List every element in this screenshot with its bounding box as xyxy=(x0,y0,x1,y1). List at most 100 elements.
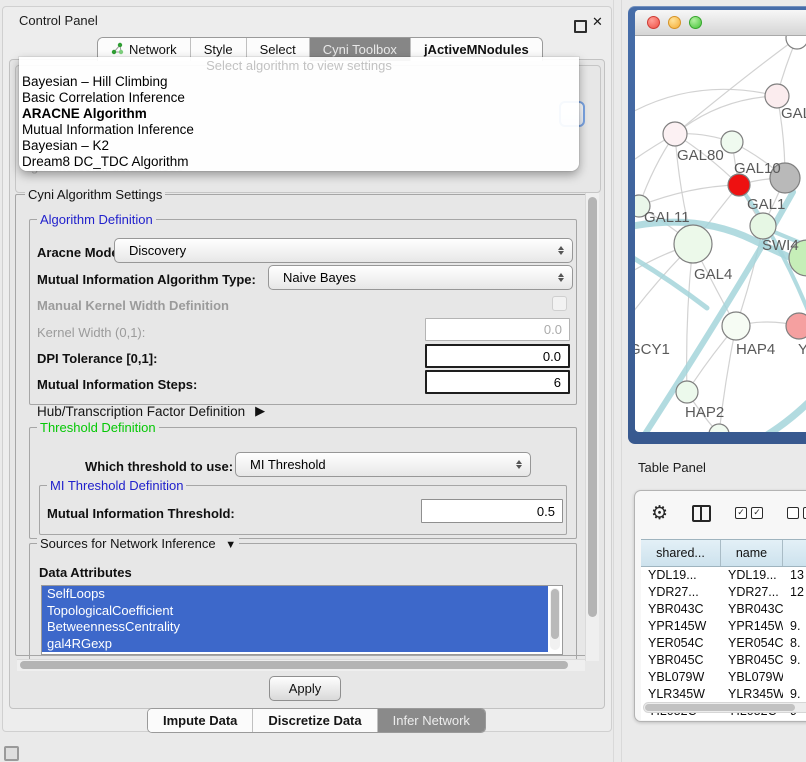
select-all-icon[interactable]: ✓ ✓ xyxy=(735,507,763,519)
node-label-hap4: HAP4 xyxy=(736,341,775,358)
table-row[interactable]: YBR043CYBR043C xyxy=(641,601,806,618)
hub-definition-expander[interactable]: Hub/Transcription Factor Definition ▶ xyxy=(37,403,265,419)
tab-infer-network[interactable]: Infer Network xyxy=(378,709,485,732)
network-window-titlebar[interactable] xyxy=(635,10,806,36)
network-node[interactable] xyxy=(676,381,698,403)
table-cell: YER054C xyxy=(641,635,721,652)
node-label-gal11: GAL11 xyxy=(644,209,690,226)
dpi-tolerance-value: 0.0 xyxy=(543,349,561,364)
deselect-all-icon[interactable] xyxy=(787,507,806,519)
column-header-shared[interactable]: shared... xyxy=(641,540,721,566)
table-panel-window: ⚙ ✓ ✓ shared...name YDL19...YDL19...13YD… xyxy=(634,490,806,722)
table-cell: YBR043C xyxy=(721,601,783,618)
network-view-window: GALGAL80GAL10GAL1GAL11SWI4GAL4GCY1HAP4YH… xyxy=(628,6,806,444)
network-node[interactable] xyxy=(721,131,743,153)
table-cell: YBL079W xyxy=(721,669,783,686)
dropdown-item-aracne-algorithm[interactable]: ARACNE Algorithm xyxy=(19,106,579,122)
attributes-scrollbar-thumb[interactable] xyxy=(551,589,559,639)
mi-type-select[interactable]: Naive Bayes xyxy=(268,265,573,290)
manual-kernel-checkbox[interactable] xyxy=(552,296,567,311)
network-node[interactable] xyxy=(674,225,712,263)
dropdown-item-bayesian-hill-climbing[interactable]: Bayesian – Hill Climbing xyxy=(19,74,579,90)
mi-threshold-legend: MI Threshold Definition xyxy=(47,478,186,493)
collapsed-panel-icon[interactable] xyxy=(4,746,19,761)
kernel-width-input[interactable]: 0.0 xyxy=(425,318,570,341)
network-node[interactable] xyxy=(786,36,806,49)
table-row[interactable]: YBR045CYBR045C9. xyxy=(641,652,806,669)
split-columns-icon[interactable] xyxy=(692,505,711,522)
node-label-swi4: SWI4 xyxy=(762,237,799,254)
expanded-arrow-icon: ▼ xyxy=(225,539,236,551)
column-header-name[interactable]: name xyxy=(721,540,783,566)
settings-vertical-scrollbar-thumb[interactable] xyxy=(588,197,597,617)
network-node[interactable] xyxy=(750,213,776,239)
table-row[interactable]: YDR27...YDR27...12 xyxy=(641,584,806,601)
cyni-settings-legend: Cyni Algorithm Settings xyxy=(25,187,165,202)
minimize-window-icon[interactable] xyxy=(668,16,681,29)
column-header-cut[interactable] xyxy=(783,540,806,566)
network-node[interactable] xyxy=(663,122,687,146)
network-node[interactable] xyxy=(722,312,750,340)
network-node[interactable] xyxy=(728,174,750,196)
mi-steps-value: 6 xyxy=(554,375,561,390)
node-label-hap2: HAP2 xyxy=(685,404,724,421)
close-panel-icon[interactable]: ✕ xyxy=(592,14,603,30)
network-node[interactable] xyxy=(786,313,806,339)
data-attributes-label: Data Attributes xyxy=(39,565,132,580)
settings-horizontal-scrollbar xyxy=(17,659,585,671)
panel-title: Control Panel xyxy=(19,13,98,28)
spinner-icon xyxy=(558,273,564,282)
table-row[interactable]: YDL19...YDL19...13 xyxy=(641,567,806,584)
mi-steps-input[interactable]: 6 xyxy=(425,370,570,394)
sources-legend[interactable]: Sources for Network Inference ▼ xyxy=(37,536,239,551)
panel-splitter[interactable] xyxy=(613,0,622,762)
spinner-icon xyxy=(558,246,564,255)
dropdown-item-basic-correlation-inference[interactable]: Basic Correlation Inference xyxy=(19,90,579,106)
table-header-row: shared...name xyxy=(641,539,806,567)
attribute-item-gal4rgexp[interactable]: gal4RGexp xyxy=(42,636,548,653)
table-cell: YPR145W xyxy=(641,618,721,635)
network-view-inner: GALGAL80GAL10GAL1GAL11SWI4GAL4GCY1HAP4YH… xyxy=(635,10,806,432)
table-row[interactable]: YER054CYER054C8. xyxy=(641,635,806,652)
settings-vertical-scrollbar xyxy=(585,193,599,661)
close-window-icon[interactable] xyxy=(647,16,660,29)
network-canvas[interactable]: GALGAL80GAL10GAL1GAL11SWI4GAL4GCY1HAP4YH… xyxy=(635,36,806,431)
tab-impute-data[interactable]: Impute Data xyxy=(148,709,253,732)
mi-threshold-input[interactable]: 0.5 xyxy=(421,499,563,523)
attribute-item-selfloops[interactable]: SelfLoops xyxy=(42,586,548,603)
unchecked-box-icon xyxy=(787,507,799,519)
checked-box-icon: ✓ xyxy=(751,507,763,519)
table-cell: 8. xyxy=(783,635,806,652)
tab-label: Cyni Toolbox xyxy=(323,42,397,57)
dropdown-item-bayesian-k2[interactable]: Bayesian – K2 xyxy=(19,138,579,154)
table-cell: YDL19... xyxy=(721,567,783,584)
aracne-mode-select[interactable]: Discovery xyxy=(114,238,573,263)
gear-icon[interactable]: ⚙ xyxy=(651,504,668,523)
checked-box-icon: ✓ xyxy=(735,507,747,519)
table-row[interactable]: YBL079WYBL079W xyxy=(641,669,806,686)
hub-definition-label: Hub/Transcription Factor Definition xyxy=(37,404,245,419)
attribute-item-topologicalcoefficient[interactable]: TopologicalCoefficient xyxy=(42,603,548,620)
sources-legend-text: Sources for Network Inference xyxy=(40,536,216,551)
table-cell: 9. xyxy=(783,652,806,669)
table-row[interactable]: YPR145WYPR145W9. xyxy=(641,618,806,635)
tab-discretize-data[interactable]: Discretize Data xyxy=(253,709,377,732)
float-panel-icon[interactable] xyxy=(574,20,587,33)
zoom-window-icon[interactable] xyxy=(689,16,702,29)
threshold-definition-legend: Threshold Definition xyxy=(37,420,159,435)
attribute-item-betweennesscentrality[interactable]: BetweennessCentrality xyxy=(42,619,548,636)
dropdown-item-mutual-information-inference[interactable]: Mutual Information Inference xyxy=(19,122,579,138)
table-cell: YLR345W xyxy=(721,686,783,703)
spinner-icon xyxy=(516,460,522,469)
apply-button[interactable]: Apply xyxy=(269,676,341,701)
table-cell: YDR27... xyxy=(721,584,783,601)
table-horizontal-scrollbar-thumb[interactable] xyxy=(645,704,795,711)
network-edge xyxy=(727,392,806,432)
table-row[interactable]: YLR345WYLR345W9. xyxy=(641,686,806,703)
which-threshold-select[interactable]: MI Threshold xyxy=(235,452,531,477)
aracne-mode-value: Discovery xyxy=(129,243,186,258)
settings-horizontal-scrollbar-thumb[interactable] xyxy=(20,661,568,669)
mi-type-label: Mutual Information Algorithm Type: xyxy=(37,272,256,287)
dropdown-item-dream8-dc-tdc-algorithm[interactable]: Dream8 DC_TDC Algorithm xyxy=(19,154,579,170)
dpi-tolerance-input[interactable]: 0.0 xyxy=(425,344,570,368)
